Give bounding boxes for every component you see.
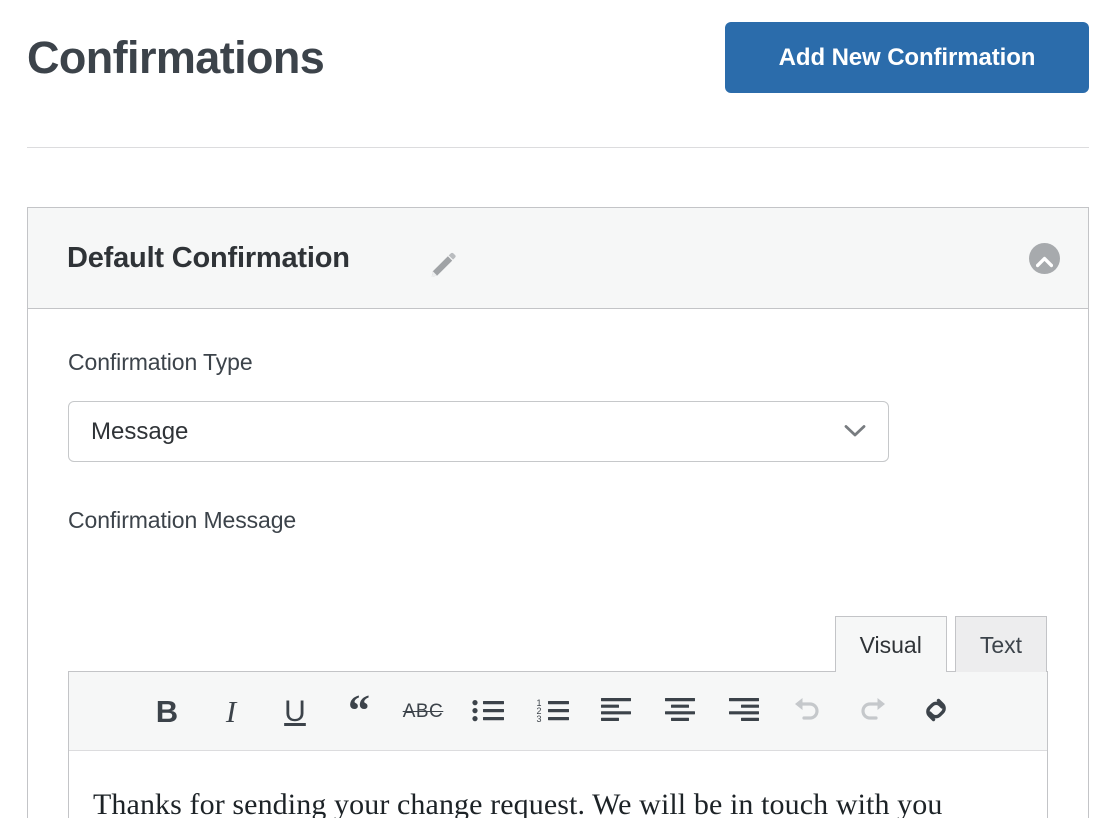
chevron-up-circle-icon[interactable] [1029, 243, 1060, 274]
numbered-list-icon-glyph: 123 [535, 695, 569, 728]
bulleted-list-icon[interactable] [460, 672, 514, 751]
editor-toolbar: B I U “ ABC 1 2 3 [69, 672, 1047, 751]
confirmation-panel: Default Confirmation Confirmation Type M… [27, 207, 1089, 818]
confirmation-type-select-wrapper: Message [68, 401, 889, 462]
link-icon-glyph [919, 695, 953, 728]
align-center-icon-glyph [663, 695, 697, 728]
add-new-confirmation-button[interactable]: Add New Confirmation [725, 22, 1089, 93]
chevron-down-icon [842, 420, 868, 447]
page-title: Confirmations [27, 32, 325, 83]
tab-text[interactable]: Text [954, 616, 1047, 672]
italic-icon-glyph: I [225, 694, 237, 729]
blockquote-icon[interactable]: “ [332, 672, 386, 751]
redo-icon [845, 672, 899, 751]
bold-icon-glyph: B [155, 694, 179, 729]
undo-icon-glyph [791, 695, 825, 728]
confirmation-message-label: Confirmation Message [68, 507, 297, 533]
align-right-icon-glyph [727, 695, 761, 728]
strikethrough-icon[interactable]: ABC [396, 672, 450, 751]
align-left-icon-glyph [599, 695, 633, 728]
confirmations-page: Confirmations Add New Confirmation Defau… [0, 0, 1116, 818]
blockquote-icon-glyph: “ [348, 686, 370, 736]
editor-mode-tabs: Visual Text [834, 616, 1047, 672]
svg-text:3: 3 [537, 714, 542, 724]
confirmation-type-selected-value: Message [91, 418, 189, 445]
confirmation-panel-header[interactable]: Default Confirmation [28, 208, 1088, 309]
tab-visual[interactable]: Visual [834, 616, 947, 672]
page-header: Confirmations Add New Confirmation [27, 18, 1089, 100]
rich-text-editor: B I U “ ABC 1 2 3 Thanks for sending your chang… [68, 671, 1048, 818]
strikethrough-icon-glyph: ABC [402, 701, 444, 722]
editor-content[interactable]: Thanks for sending your change request. … [69, 751, 1047, 818]
pencil-icon[interactable] [429, 251, 457, 279]
confirmation-type-select[interactable]: Message [68, 401, 889, 462]
header-divider [27, 147, 1089, 148]
numbered-list-icon[interactable]: 123 [525, 672, 579, 751]
bold-icon[interactable]: B [140, 672, 194, 751]
bulleted-list-icon-glyph [470, 695, 504, 728]
redo-icon-glyph [855, 695, 889, 728]
align-left-icon[interactable] [589, 672, 643, 751]
link-icon[interactable] [909, 672, 963, 751]
underline-icon[interactable]: U [268, 672, 322, 751]
align-center-icon[interactable] [653, 672, 707, 751]
undo-icon [781, 672, 835, 751]
align-right-icon[interactable] [717, 672, 771, 751]
italic-icon[interactable]: I [204, 672, 258, 751]
confirmation-panel-title: Default Confirmation [67, 242, 350, 274]
underline-icon-glyph: U [284, 694, 306, 728]
confirmation-type-label: Confirmation Type [68, 349, 253, 375]
